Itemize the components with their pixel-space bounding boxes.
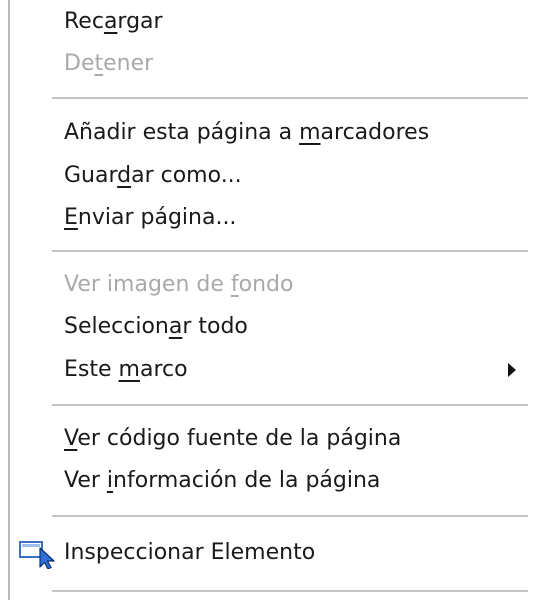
- menu-item-label: Inspeccionar Elemento: [64, 540, 316, 565]
- menu-item-label: Recargar: [64, 9, 163, 34]
- menu-item-page-info[interactable]: Ver información de la página: [10, 461, 526, 501]
- menu-item-label: Guardar como...: [64, 163, 242, 188]
- inspect-element-icon: [19, 541, 55, 569]
- menu-item-label: Ver información de la página: [64, 468, 381, 493]
- menu-item-this-frame[interactable]: Este marco: [10, 350, 526, 390]
- menu-item-label: Ver código fuente de la página: [64, 426, 402, 451]
- menu-item-label: Seleccionar todo: [64, 314, 248, 339]
- menu-separator: [52, 97, 528, 99]
- menu-item-send-page[interactable]: Enviar página...: [10, 198, 526, 238]
- menu-separator: [52, 515, 528, 517]
- menu-item-label: Ver imagen de fondo: [64, 272, 294, 297]
- menu-item-label: Añadir esta página a marcadores: [64, 120, 430, 145]
- menu-separator: [52, 590, 528, 592]
- menu-item-label: Este marco: [64, 357, 188, 382]
- menu-item-bookmark-page[interactable]: Añadir esta página a marcadores: [10, 113, 526, 153]
- menu-item-label: Detener: [64, 51, 154, 76]
- menu-item-reload[interactable]: Recargar: [10, 2, 526, 42]
- menu-item-save-as[interactable]: Guardar como...: [10, 156, 526, 196]
- menu-item-view-background-image: Ver imagen de fondo: [10, 265, 526, 305]
- menu-separator: [52, 250, 528, 252]
- context-menu: Recargar Detener Añadir esta página a ma…: [0, 0, 536, 600]
- menu-item-select-all[interactable]: Seleccionar todo: [10, 307, 526, 347]
- menu-separator: [52, 404, 528, 406]
- menu-item-view-source[interactable]: Ver código fuente de la página: [10, 419, 526, 459]
- menu-item-inspect-element[interactable]: Inspeccionar Elemento: [10, 533, 526, 573]
- menu-item-label: Enviar página...: [64, 205, 237, 230]
- menu-item-stop: Detener: [10, 44, 526, 84]
- submenu-arrow-icon: [508, 363, 516, 377]
